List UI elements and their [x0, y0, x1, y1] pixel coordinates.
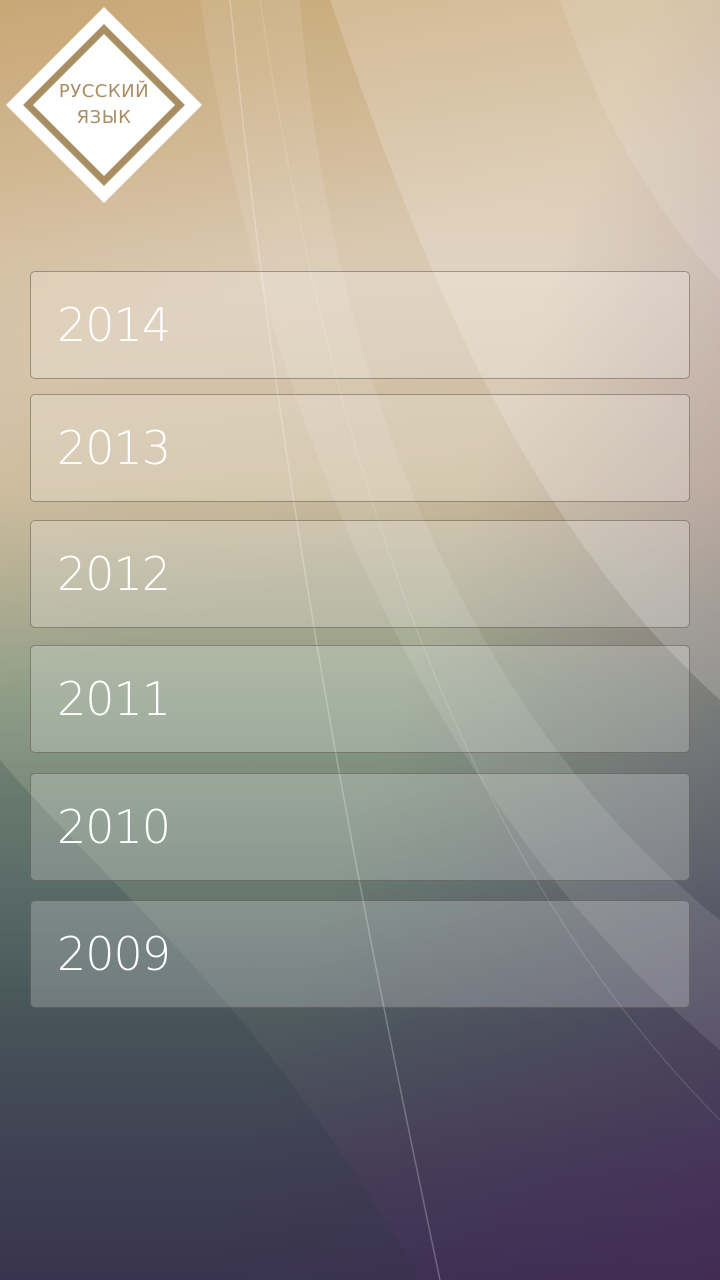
- year-button-2010[interactable]: 2010: [30, 773, 690, 881]
- year-button-2013[interactable]: 2013: [30, 394, 690, 502]
- year-button-2012[interactable]: 2012: [30, 520, 690, 628]
- logo-line-1: РУССКИЙ: [58, 81, 150, 102]
- logo-title: РУССКИЙ ЯЗЫК: [4, 5, 204, 205]
- year-button-2011[interactable]: 2011: [30, 645, 690, 753]
- app-logo: РУССКИЙ ЯЗЫК: [4, 5, 204, 205]
- year-button-2009[interactable]: 2009: [30, 900, 690, 1008]
- year-list: 2014 2013 2012 2011 2010 2009: [30, 271, 690, 1008]
- year-button-2014[interactable]: 2014: [30, 271, 690, 379]
- logo-line-2: ЯЗЫК: [76, 107, 132, 128]
